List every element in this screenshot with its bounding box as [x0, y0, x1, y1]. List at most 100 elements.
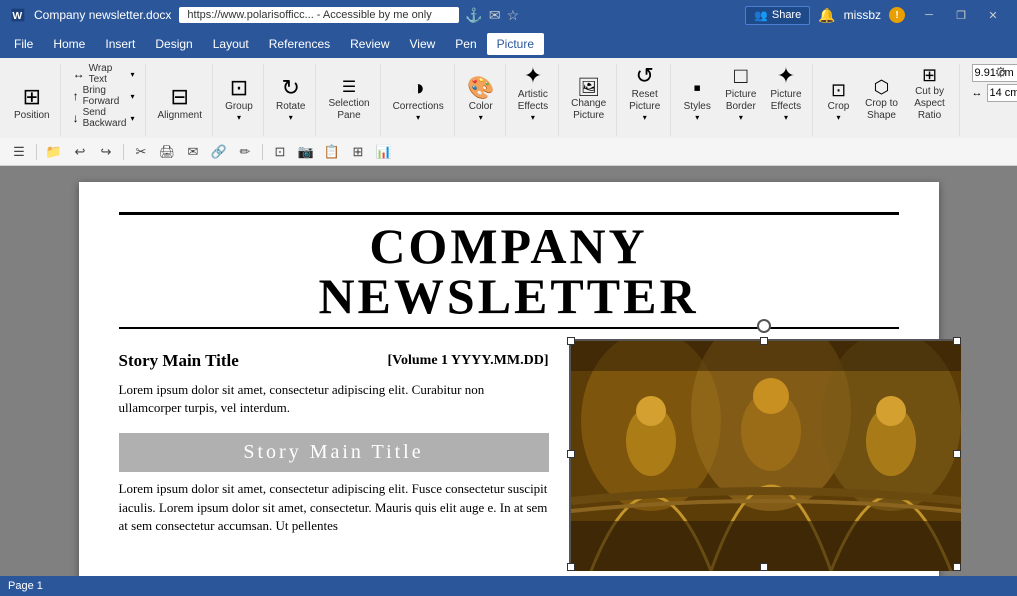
url-bar[interactable]: https://www.polarisofficc... - Accessibl… — [179, 7, 459, 23]
color-icon: 🎨 — [467, 77, 494, 99]
story-body-short: Lorem ipsum dolor sit amet, consectetur … — [119, 381, 549, 417]
menu-review[interactable]: Review — [340, 33, 399, 55]
menu-picture[interactable]: Picture — [487, 33, 544, 55]
title-bar: W Company newsletter.docx https://www.po… — [0, 0, 1017, 30]
ribbon-group-rotate: ↻ Rotate ▾ — [266, 64, 316, 136]
corrections-icon: ◑ — [412, 77, 425, 99]
position-label: Position — [14, 110, 50, 122]
menu-design[interactable]: Design — [145, 33, 202, 55]
crop-icon: ⊡ — [831, 81, 846, 99]
handle-br[interactable] — [953, 563, 961, 571]
reset-picture-label: ResetPicture — [629, 89, 660, 113]
qat-edit[interactable]: ✏ — [234, 141, 256, 163]
status-bar: Page 1 — [0, 576, 1017, 596]
cut-by-aspect-icon: ⊞ — [922, 66, 937, 84]
ribbon-group-selection: ☰ SelectionPane — [318, 64, 380, 136]
group-button[interactable]: ⊡ Group ▾ — [221, 64, 257, 124]
restore-button[interactable]: ❐ — [945, 5, 977, 25]
alignment-button[interactable]: ⊟ Alignment — [154, 64, 206, 124]
ribbon-group-position: ⊞ Position — [4, 64, 61, 136]
quick-access-toolbar: ☰ 📁 ↩ ↪ ✂ 🖨 ✉ 🔗 ✏ ⊡ 📷 📋 ⊞ 📊 — [0, 138, 1017, 166]
color-button[interactable]: 🎨 Color ▾ — [463, 64, 499, 124]
ribbon-group-change-picture: 🖼 ChangePicture — [561, 64, 617, 136]
styles-icon: ▪ — [693, 77, 701, 99]
title-bar-icons: ⚓ ✉ ☆ — [465, 7, 519, 24]
width-input[interactable] — [987, 84, 1017, 102]
rotate-button[interactable]: ↻ Rotate ▾ — [272, 64, 309, 124]
position-icon: ⊞ — [23, 86, 41, 108]
subtitle-row: Story Main Title [Volume 1 YYYY.MM.DD] — [119, 351, 549, 375]
reset-picture-button[interactable]: ↺ ResetPicture ▾ — [625, 64, 664, 124]
send-backward-button[interactable]: ↓ Send Backward ▾ — [69, 108, 139, 128]
qat-table[interactable]: ⊞ — [347, 141, 369, 163]
bring-forward-icon: ↑ — [73, 89, 79, 103]
svg-text:W: W — [12, 11, 22, 22]
qat-mail[interactable]: ✉ — [182, 141, 204, 163]
app-logo: W — [8, 5, 28, 25]
corrections-button[interactable]: ◑ Corrections ▾ — [389, 64, 448, 124]
notification-bell[interactable]: 🔔 — [818, 7, 835, 24]
handle-tl[interactable] — [567, 337, 575, 345]
position-button[interactable]: ⊞ Position — [10, 64, 54, 124]
group-icon: ⊡ — [230, 77, 248, 99]
two-column-layout: Story Main Title [Volume 1 YYYY.MM.DD] L… — [119, 339, 899, 576]
qat-chart[interactable]: 📊 — [373, 141, 395, 163]
handle-mr[interactable] — [953, 450, 961, 458]
menu-references[interactable]: References — [259, 33, 340, 55]
menu-layout[interactable]: Layout — [203, 33, 259, 55]
fresco-image — [571, 341, 961, 571]
qat-open[interactable]: 📁 — [43, 141, 65, 163]
picture-border-icon: □ — [734, 65, 747, 87]
menu-pen[interactable]: Pen — [445, 33, 486, 55]
artistic-effects-button[interactable]: ✦ ArtisticEffects ▾ — [514, 64, 552, 124]
qat-menu[interactable]: ☰ — [8, 141, 30, 163]
menu-file[interactable]: File — [4, 33, 43, 55]
share-button[interactable]: 👥 Share — [745, 6, 810, 25]
close-button[interactable]: ✕ — [977, 5, 1009, 25]
ribbon: ⊞ Position ↔ Wrap Text ▾ ↑ Bring Forward… — [0, 58, 1017, 138]
rotation-handle[interactable] — [757, 319, 771, 333]
menu-home[interactable]: Home — [43, 33, 95, 55]
send-backward-label: Send Backward — [83, 107, 127, 129]
handle-tc[interactable] — [760, 337, 768, 345]
menu-bar: File Home Insert Design Layout Reference… — [0, 30, 1017, 58]
group-label: Group — [225, 101, 253, 113]
menu-view[interactable]: View — [400, 33, 446, 55]
selection-pane-button[interactable]: ☰ SelectionPane — [324, 64, 373, 124]
qat-print[interactable]: 🖨 — [156, 141, 178, 163]
change-picture-button[interactable]: 🖼 ChangePicture — [567, 64, 610, 124]
qat-camera[interactable]: 📷 — [295, 141, 317, 163]
qat-clipboard[interactable]: 📋 — [321, 141, 343, 163]
wrap-text-button[interactable]: ↔ Wrap Text ▾ — [69, 64, 139, 84]
handle-ml[interactable] — [567, 450, 575, 458]
star-icon: ☆ — [507, 7, 520, 24]
picture-effects-button[interactable]: ✦ PictureEffects ▾ — [766, 64, 805, 124]
crop-to-shape-button[interactable]: ⬡ Crop toShape — [861, 64, 903, 124]
handle-bl[interactable] — [567, 563, 575, 571]
wrap-text-icon: ↔ — [73, 67, 85, 81]
image-container[interactable] — [569, 339, 959, 569]
cut-by-aspect-button[interactable]: ⊞ Cut byAspect Ratio — [907, 64, 953, 124]
ribbon-group-arrange: ↔ Wrap Text ▾ ↑ Bring Forward ▾ ↓ Send B… — [63, 64, 146, 136]
window-controls: ─ ❐ ✕ — [913, 5, 1009, 25]
qat-grid[interactable]: ⊡ — [269, 141, 291, 163]
handle-bc[interactable] — [760, 563, 768, 571]
width-input-row: ↔ ▲ ▼ — [972, 84, 1017, 102]
qat-redo[interactable]: ↪ — [95, 141, 117, 163]
crop-button[interactable]: ⊡ Crop ▾ — [821, 64, 857, 124]
image-wrapper: Suspendisse viverra quis justo eget ulla… — [569, 339, 959, 576]
qat-undo[interactable]: ↩ — [69, 141, 91, 163]
qat-link[interactable]: 🔗 — [208, 141, 230, 163]
menu-insert[interactable]: Insert — [95, 33, 145, 55]
handle-tr[interactable] — [953, 337, 961, 345]
ribbon-settings-icon[interactable]: ⚙ — [992, 62, 1009, 83]
minimize-button[interactable]: ─ — [913, 5, 945, 25]
styles-button[interactable]: ▪ Styles ▾ — [679, 64, 715, 124]
picture-border-button[interactable]: □ PictureBorder ▾ — [721, 64, 760, 124]
document-area: COMPANY NEWSLETTER Story Main Title [Vol… — [0, 166, 1017, 576]
share-icon: 👥 — [754, 9, 768, 22]
anchor-icon: ⚓ — [465, 7, 482, 24]
crop-label: Crop — [828, 101, 850, 113]
bring-forward-button[interactable]: ↑ Bring Forward ▾ — [69, 86, 139, 106]
qat-cut[interactable]: ✂ — [130, 141, 152, 163]
